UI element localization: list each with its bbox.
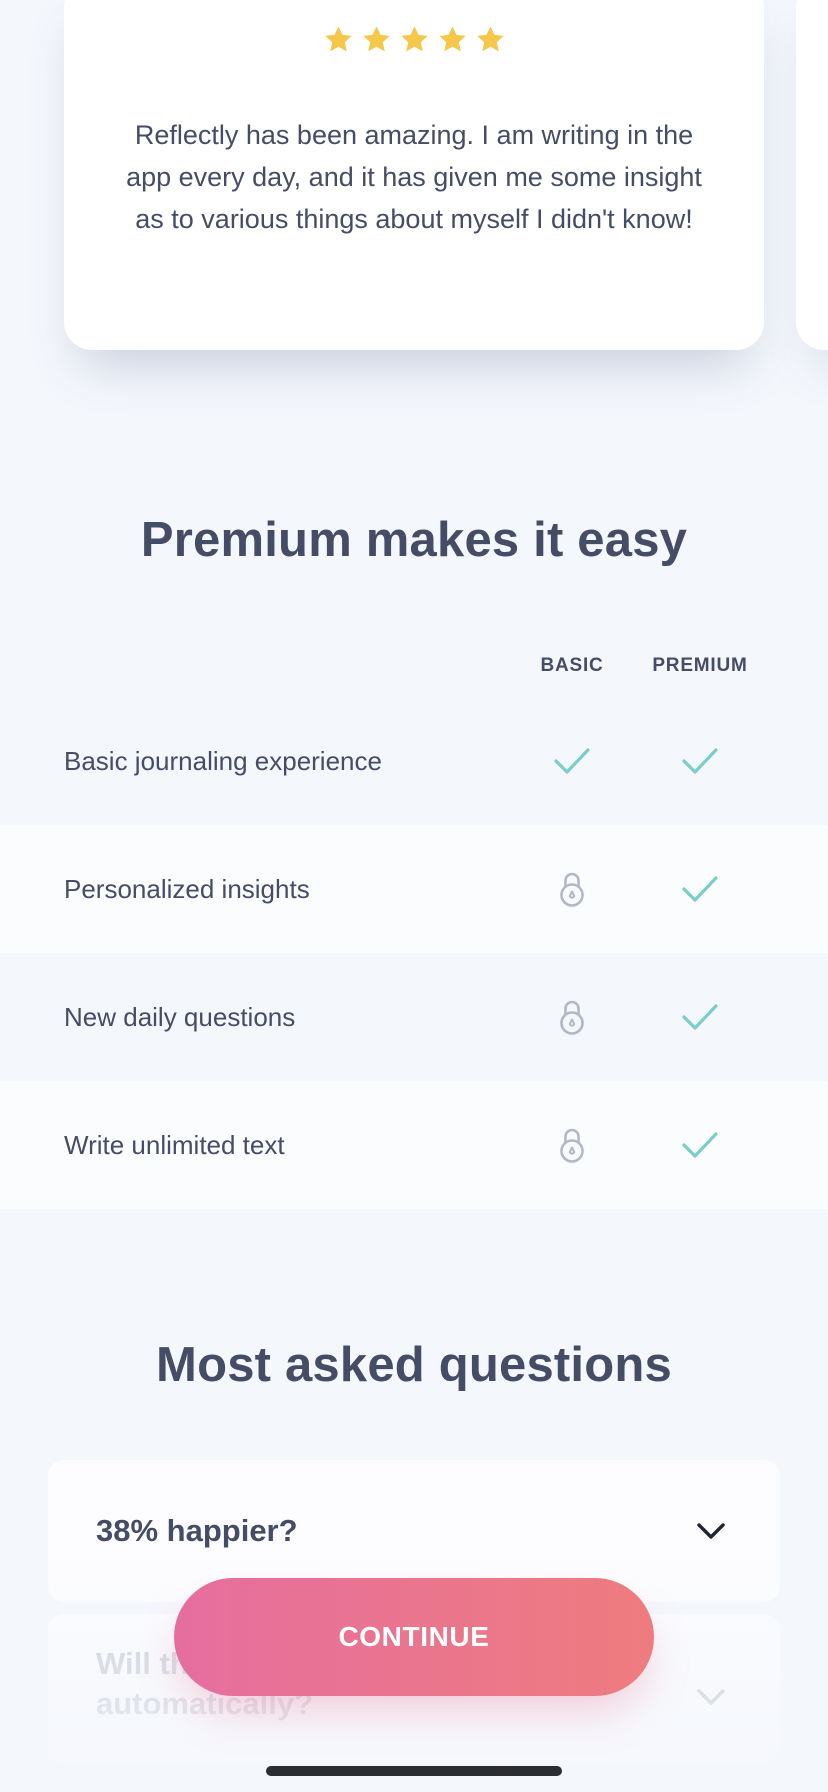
check-icon	[680, 741, 720, 781]
basic-column-header: BASIC	[540, 655, 604, 676]
feature-row: New daily questions	[0, 953, 828, 1081]
check-icon	[680, 997, 720, 1037]
check-icon	[552, 741, 592, 781]
star-icon	[323, 24, 354, 55]
star-icon	[437, 24, 468, 55]
feature-label: New daily questions	[64, 1001, 296, 1032]
continue-button[interactable]: CONTINUE	[174, 1578, 654, 1696]
lock-icon	[552, 997, 592, 1037]
chevron-down-icon	[697, 1523, 725, 1539]
check-icon	[680, 1125, 720, 1165]
review-card[interactable]: Reflectly has been amazing. I am writing…	[64, 0, 764, 350]
lock-icon	[552, 869, 592, 909]
check-icon	[680, 869, 720, 909]
home-indicator[interactable]	[266, 1766, 562, 1776]
chevron-down-icon	[697, 1689, 725, 1705]
star-icon	[361, 24, 392, 55]
star-icon	[475, 24, 506, 55]
faq-title: Most asked questions	[156, 1338, 672, 1392]
feature-row: Write unlimited text	[0, 1081, 828, 1209]
feature-row: Basic journaling experience	[0, 697, 828, 825]
feature-label: Personalized insights	[64, 873, 310, 904]
comparison-title: Premium makes it easy	[140, 513, 688, 567]
paywall-screen: Reflectly has been amazing. I am writing…	[0, 0, 828, 1792]
star-icon	[399, 24, 430, 55]
feature-label: Basic journaling experience	[64, 745, 382, 776]
lock-icon	[552, 1125, 592, 1165]
star-rating	[64, 24, 764, 55]
feature-label: Write unlimited text	[64, 1129, 285, 1160]
premium-column-header: PREMIUM	[652, 655, 748, 676]
next-review-card[interactable]	[796, 0, 828, 350]
feature-row: Personalized insights	[0, 825, 828, 953]
review-text: Reflectly has been amazing. I am writing…	[126, 120, 702, 234]
